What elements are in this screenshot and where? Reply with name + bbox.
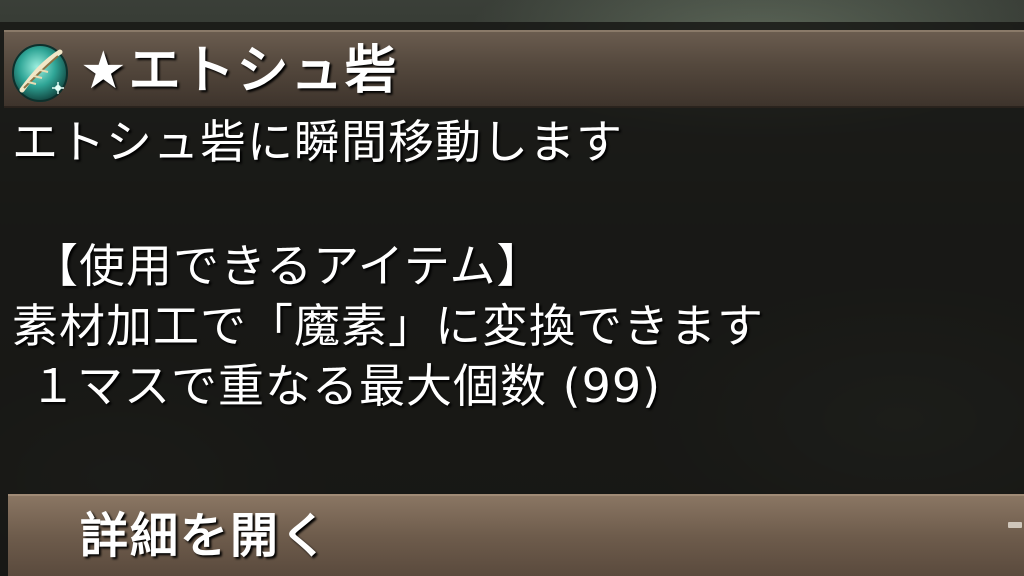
- description-line-material-conversion: 素材加工で「魔素」に変換できます: [12, 299, 764, 353]
- scroll-indicator[interactable]: [1008, 522, 1022, 528]
- description-line-teleport: エトシュ砦に瞬間移動します: [12, 115, 623, 169]
- description-line-max-stack: １マスで重なる最大個数 (99): [30, 359, 662, 413]
- item-title: ★エトシュ砦: [80, 41, 399, 101]
- description-line-usable-item-header: 【使用できるアイテム】: [32, 239, 544, 293]
- feather-gem-icon: [8, 40, 72, 104]
- open-details-button[interactable]: 詳細を開く: [80, 500, 330, 572]
